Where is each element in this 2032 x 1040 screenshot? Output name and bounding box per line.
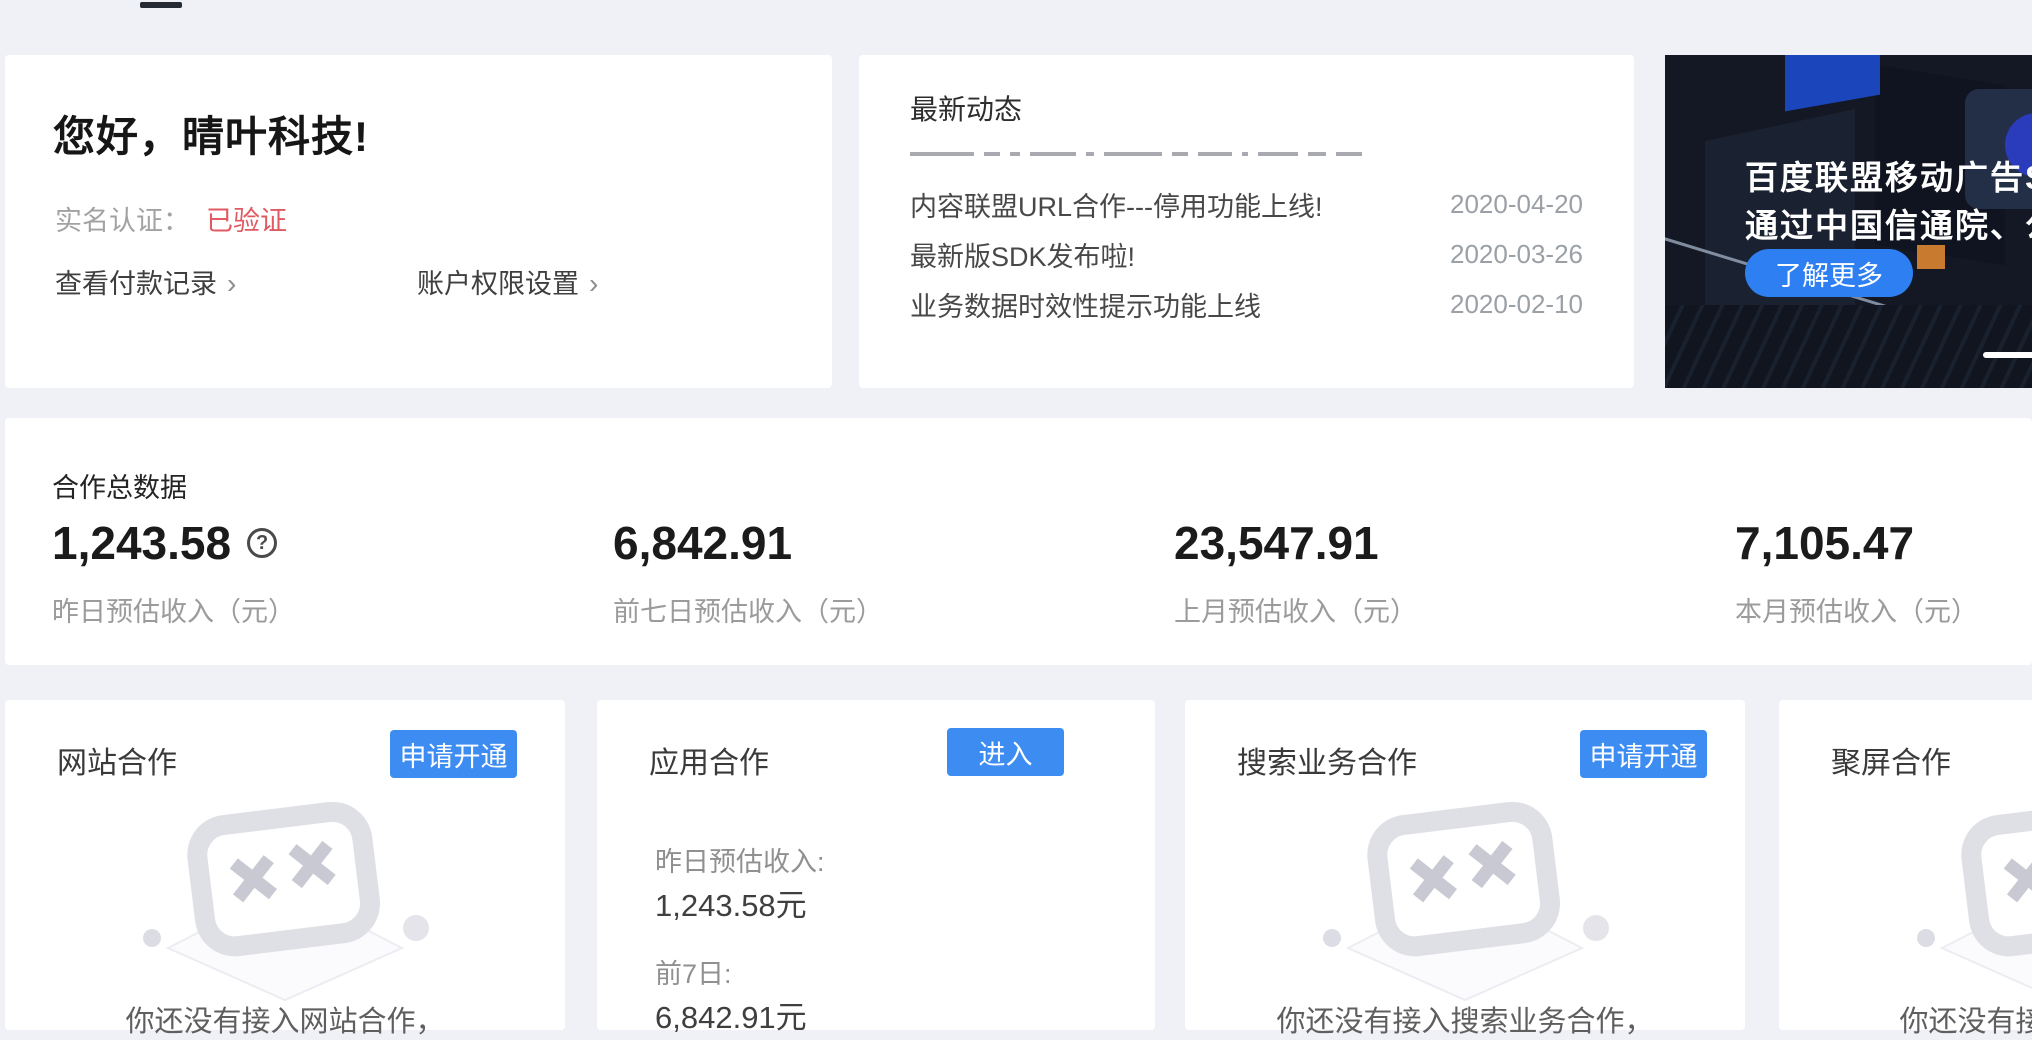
- card-website-coop: 网站合作 申请开通 你还没有接入网站合作，: [5, 700, 565, 1030]
- stat-item-thismonth: 7,105.47 本月预估收入（元）: [1735, 516, 1978, 629]
- stat-label: 本月预估收入（元）: [1735, 590, 1978, 629]
- card-title: 应用合作: [649, 738, 769, 782]
- dashboard-page: { "greeting": { "title": "您好，晴叶科技!", "re…: [0, 0, 2032, 1030]
- chevron-right-icon: ›: [589, 268, 598, 299]
- empty-tv-icon: [130, 800, 440, 1005]
- empty-tv-icon: [1310, 800, 1620, 1005]
- banner-title-line2: 通过中国信通院、公安: [1745, 199, 2032, 247]
- banner-decor-cube-orange: [1917, 245, 1945, 269]
- stat-label: 上月预估收入（元）: [1174, 590, 1417, 629]
- card-title: 网站合作: [57, 738, 177, 782]
- app-yesterday-revenue-label: 昨日预估收入:: [655, 840, 825, 879]
- banner-title-line1: 百度联盟移动广告SDK: [1745, 151, 2032, 199]
- empty-tv-icon: [1904, 800, 2032, 1005]
- news-item-date: 2020-03-26: [1450, 239, 1583, 270]
- realname-row: 实名认证： 已验证: [55, 199, 287, 238]
- news-item-label: 内容联盟URL合作---停用功能上线!: [910, 185, 1323, 224]
- realname-label: 实名认证：: [55, 206, 190, 236]
- stats-card: 合作总数据 1,243.58 ? 昨日预估收入（元） 6,842.91 前七日预…: [5, 418, 2032, 665]
- stat-value: 1,243.58: [52, 516, 231, 570]
- help-icon[interactable]: ?: [247, 528, 277, 558]
- news-item-date: 2020-02-10: [1450, 289, 1583, 320]
- greeting-card: 您好，晴叶科技! 实名认证： 已验证 查看付款记录 › 账户权限设置 ›: [5, 55, 832, 388]
- stat-value: 7,105.47: [1735, 516, 1914, 570]
- nav-active-indicator: [140, 2, 182, 8]
- news-item-label: 业务数据时效性提示功能上线: [910, 285, 1261, 324]
- apply-open-button[interactable]: 申请开通: [390, 730, 517, 778]
- enter-button[interactable]: 进入: [947, 728, 1064, 776]
- account-permission-link[interactable]: 账户权限设置 ›: [417, 262, 598, 301]
- stat-item-lastmonth: 23,547.91 上月预估收入（元）: [1174, 516, 1417, 629]
- app-last7-revenue-label: 前7日:: [655, 952, 732, 991]
- stat-value: 23,547.91: [1174, 516, 1379, 570]
- card-search-coop: 搜索业务合作 申请开通 你还没有接入搜索业务合作，: [1185, 700, 1745, 1030]
- banner-carousel-indicator: [1983, 352, 2032, 358]
- promo-banner[interactable]: 百度联盟移动广告SDK 通过中国信通院、公安 了解更多: [1665, 55, 2032, 388]
- news-item[interactable]: 内容联盟URL合作---停用功能上线! 2020-04-20: [910, 183, 1583, 225]
- greeting-title: 您好，晴叶科技!: [53, 103, 369, 164]
- stat-label: 昨日预估收入（元）: [52, 590, 295, 629]
- news-item-date: 2020-04-20: [1450, 189, 1583, 220]
- app-yesterday-revenue-value: 1,243.58元: [655, 880, 807, 925]
- stat-label: 前七日预估收入（元）: [613, 590, 883, 629]
- stat-value: 6,842.91: [613, 516, 792, 570]
- banner-decor-glow: [1785, 55, 1880, 111]
- news-item[interactable]: 业务数据时效性提示功能上线 2020-02-10: [910, 283, 1583, 325]
- banner-decor-stripes: [1665, 305, 2032, 388]
- news-card: 最新动态 内容联盟URL合作---停用功能上线! 2020-04-20 最新版S…: [859, 55, 1634, 388]
- news-item[interactable]: 最新版SDK发布啦! 2020-03-26: [910, 233, 1583, 275]
- news-item-clipped[interactable]: [910, 143, 1579, 156]
- realname-status-badge: 已验证: [206, 206, 287, 236]
- app-last7-revenue-value: 6,842.91元: [655, 992, 807, 1037]
- stats-title: 合作总数据: [52, 466, 187, 505]
- account-permission-label: 账户权限设置: [417, 269, 579, 299]
- card-app-coop: 应用合作 进入 昨日预估收入: 1,243.58元 前7日: 6,842.91元: [597, 700, 1155, 1030]
- empty-state-text: 你还没有接入聚屏合作，: [1779, 998, 2032, 1040]
- payment-records-label: 查看付款记录: [55, 269, 217, 299]
- card-juping-coop: 聚屏合作 你还没有接入聚屏合作，: [1779, 700, 2032, 1030]
- payment-records-link[interactable]: 查看付款记录 ›: [55, 262, 236, 301]
- empty-state-text: 你还没有接入网站合作，: [5, 998, 565, 1040]
- news-item-label: 最新版SDK发布啦!: [910, 235, 1135, 274]
- stat-item-yesterday: 1,243.58 ? 昨日预估收入（元）: [52, 516, 295, 629]
- empty-state-text: 你还没有接入搜索业务合作，: [1185, 998, 1745, 1040]
- stat-item-last7days: 6,842.91 前七日预估收入（元）: [613, 516, 883, 629]
- apply-open-button[interactable]: 申请开通: [1580, 730, 1707, 778]
- chevron-right-icon: ›: [227, 268, 236, 299]
- card-title: 聚屏合作: [1831, 738, 1951, 782]
- card-title: 搜索业务合作: [1237, 738, 1417, 782]
- news-title: 最新动态: [910, 88, 1022, 128]
- banner-learn-more-button[interactable]: 了解更多: [1745, 249, 1913, 297]
